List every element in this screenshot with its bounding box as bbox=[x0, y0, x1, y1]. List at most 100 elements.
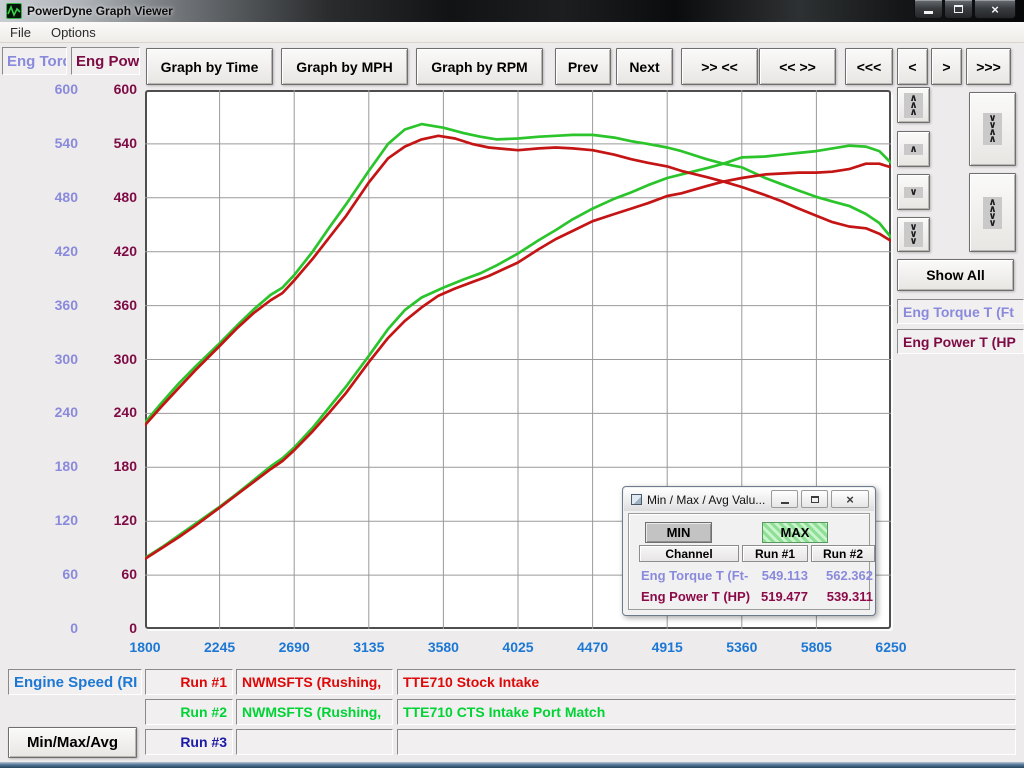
zoom-in-icon: ∨∨∧∧ bbox=[983, 113, 1001, 145]
power-axis-tick: 180 bbox=[80, 458, 137, 474]
rpm-axis-tick: 4025 bbox=[486, 639, 550, 655]
minmaxavg-button[interactable]: Min/Max/Avg bbox=[8, 727, 137, 758]
min-tab-button[interactable]: MIN bbox=[645, 522, 712, 543]
torque-channel-label: Eng Torque T (Ft- bbox=[641, 568, 748, 583]
torque-axis-tick: 540 bbox=[8, 135, 78, 151]
menu-options[interactable]: Options bbox=[41, 25, 106, 40]
torque-axis-tick: 0 bbox=[8, 620, 78, 636]
power-axis-tick: 600 bbox=[80, 81, 137, 97]
close-icon: × bbox=[846, 492, 854, 507]
restore-icon bbox=[811, 496, 819, 503]
nav-5-button[interactable]: >> << bbox=[681, 48, 758, 85]
main-titlebar[interactable]: PowerDyne Graph Viewer × bbox=[0, 0, 1024, 22]
minimize-icon bbox=[781, 502, 789, 504]
minmax-restore-button[interactable] bbox=[801, 490, 828, 508]
power-axis-title: Eng Powe bbox=[71, 47, 140, 75]
torque-axis-tick: 120 bbox=[8, 512, 78, 528]
nav-9-button[interactable]: > bbox=[931, 48, 962, 85]
run3-label: Run #3 bbox=[145, 729, 233, 755]
run2-file: NWMSFTS (Rushing, bbox=[236, 699, 393, 725]
x-axis-title: Engine Speed (RI bbox=[8, 669, 142, 695]
run1-label: Run #1 bbox=[145, 669, 233, 695]
minimize-button[interactable] bbox=[914, 0, 943, 19]
max-tab-button[interactable]: MAX bbox=[762, 522, 828, 543]
scroll-up-button[interactable]: ∧ bbox=[897, 131, 930, 167]
chevron-glyph: ∧ bbox=[988, 136, 996, 143]
power-axis-tick: 480 bbox=[80, 189, 137, 205]
torque-axis-tick: 240 bbox=[8, 404, 78, 420]
chevron-glyph: ∨ bbox=[909, 189, 917, 196]
run2-column-header[interactable]: Run #2 bbox=[811, 545, 875, 562]
rpm-axis-tick: 4470 bbox=[561, 639, 625, 655]
rpm-axis-tick: 5360 bbox=[710, 639, 774, 655]
rpm-axis-tick: 1800 bbox=[113, 639, 177, 655]
menubar: File Options bbox=[0, 22, 1024, 43]
minimize-icon bbox=[924, 11, 933, 14]
maximize-button[interactable] bbox=[944, 0, 973, 19]
scroll-bottom-button[interactable]: ∨∨∨ bbox=[897, 217, 930, 252]
close-button[interactable]: × bbox=[974, 0, 1016, 19]
restore-icon bbox=[954, 5, 963, 13]
graph-by-time-button[interactable]: Graph by Time bbox=[146, 48, 273, 85]
power-run2-value: 539.311 bbox=[811, 589, 873, 604]
power-axis-tick: 300 bbox=[80, 351, 137, 367]
nav-7-button[interactable]: <<< bbox=[845, 48, 893, 85]
rpm-axis-tick: 3580 bbox=[411, 639, 475, 655]
torque-run2-value: 562.362 bbox=[811, 568, 873, 583]
run2-description: TTE710 CTS Intake Port Match bbox=[397, 699, 1016, 725]
torque-axis-tick: 600 bbox=[8, 81, 78, 97]
minmax-window: Min / Max / Avg Valu... × MIN MAX Channe… bbox=[622, 486, 876, 616]
run1-column-header[interactable]: Run #1 bbox=[742, 545, 808, 562]
window-bottom-border bbox=[0, 762, 1024, 768]
app-icon bbox=[6, 3, 22, 19]
zoom-out-button[interactable]: ∧∧∨∨ bbox=[969, 173, 1016, 252]
nav-8-button[interactable]: < bbox=[897, 48, 928, 85]
run2-label: Run #2 bbox=[145, 699, 233, 725]
channel-column-header[interactable]: Channel bbox=[639, 545, 739, 562]
minmax-close-button[interactable]: × bbox=[831, 490, 869, 508]
torque-axis-title: Eng Torq bbox=[2, 47, 67, 75]
chevron-glyph: ∨ bbox=[909, 238, 917, 245]
scroll-down-button[interactable]: ∨ bbox=[897, 174, 930, 210]
power-axis-tick: 360 bbox=[80, 297, 137, 313]
window-title: PowerDyne Graph Viewer bbox=[27, 4, 173, 18]
graph-by-mph-button[interactable]: Graph by MPH bbox=[281, 48, 408, 85]
torque-run1-value: 549.113 bbox=[742, 568, 808, 583]
torque-axis-tick: 300 bbox=[8, 351, 78, 367]
legend-torque: Eng Torque T (Ft bbox=[897, 299, 1024, 324]
minmax-title: Min / Max / Avg Valu... bbox=[647, 493, 765, 507]
rpm-axis-tick: 6250 bbox=[859, 639, 923, 655]
power-axis-tick: 420 bbox=[80, 243, 137, 259]
show-all-button[interactable]: Show All bbox=[897, 259, 1014, 291]
minmax-window-icon bbox=[631, 494, 642, 505]
rpm-axis-tick: 5805 bbox=[784, 639, 848, 655]
prev-button[interactable]: Prev bbox=[555, 48, 611, 85]
power-axis-tick: 540 bbox=[80, 135, 137, 151]
scroll-down-icon: ∨ bbox=[904, 187, 922, 198]
torque-axis-tick: 60 bbox=[8, 566, 78, 582]
scroll-top-button[interactable]: ∧∧∧ bbox=[897, 87, 930, 123]
torque-axis-tick: 480 bbox=[8, 189, 78, 205]
scroll-bottom-icon: ∨∨∨ bbox=[904, 222, 922, 247]
nav-6-button[interactable]: << >> bbox=[759, 48, 836, 85]
zoom-in-button[interactable]: ∨∨∧∧ bbox=[969, 92, 1016, 166]
chevron-glyph: ∧ bbox=[909, 109, 917, 116]
torque-axis-tick: 180 bbox=[8, 458, 78, 474]
close-icon: × bbox=[991, 3, 999, 16]
next-button[interactable]: Next bbox=[616, 48, 673, 85]
power-run1-value: 519.477 bbox=[742, 589, 808, 604]
power-axis-tick: 0 bbox=[80, 620, 137, 636]
rpm-axis-tick: 2245 bbox=[188, 639, 252, 655]
scroll-up-icon: ∧ bbox=[904, 144, 922, 155]
run1-description: TTE710 Stock Intake bbox=[397, 669, 1016, 695]
chevron-glyph: ∧ bbox=[909, 146, 917, 153]
minmax-minimize-button[interactable] bbox=[771, 490, 798, 508]
minmax-titlebar[interactable]: Min / Max / Avg Valu... × bbox=[624, 488, 874, 511]
legend-power: Eng Power T (HP bbox=[897, 329, 1024, 354]
nav-10-button[interactable]: >>> bbox=[966, 48, 1011, 85]
power-axis-tick: 240 bbox=[80, 404, 137, 420]
rpm-axis-tick: 2690 bbox=[262, 639, 326, 655]
menu-file[interactable]: File bbox=[0, 25, 41, 40]
graph-by-rpm-button[interactable]: Graph by RPM bbox=[416, 48, 543, 85]
torque-axis-tick: 360 bbox=[8, 297, 78, 313]
